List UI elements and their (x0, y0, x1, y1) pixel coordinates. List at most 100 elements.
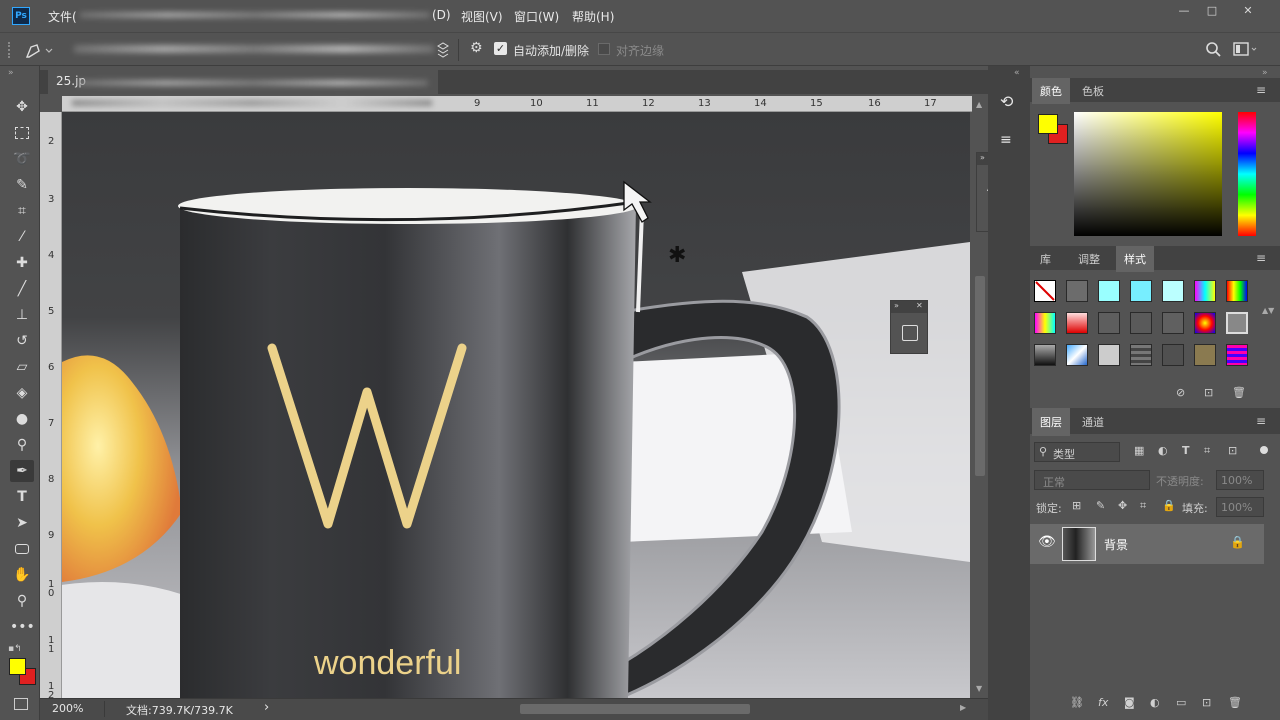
collapse-dock-icon[interactable]: « (1014, 68, 1020, 78)
search-icon[interactable] (1204, 41, 1222, 59)
styles-scroll-icon[interactable]: ▲▼ (1262, 306, 1274, 315)
rectangle-tool-icon[interactable] (10, 538, 34, 560)
style-swatch[interactable] (1098, 312, 1120, 334)
style-swatch[interactable] (1162, 280, 1184, 302)
menu-window[interactable]: 窗口(W) (514, 8, 559, 25)
document-tab[interactable]: 25.jp (48, 70, 438, 94)
zoom-level[interactable]: 200% (52, 702, 83, 715)
delete-style-icon[interactable]: 🗑 (1232, 386, 1246, 399)
tab-layers[interactable]: 图层 (1032, 408, 1070, 436)
properties-panel-icon[interactable] (902, 325, 918, 341)
collapse-panels-icon[interactable]: » (1262, 68, 1268, 78)
pen-tool-preset-icon[interactable] (24, 41, 54, 59)
style-swatch[interactable] (1162, 344, 1184, 366)
style-swatch[interactable] (1066, 344, 1088, 366)
minimize-button[interactable]: — (1172, 4, 1196, 18)
gear-icon[interactable]: ⚙ (470, 40, 483, 56)
filter-type-icon[interactable]: T (1182, 444, 1190, 457)
auto-add-delete-checkbox[interactable]: ✓ (494, 42, 507, 55)
pen-tool-icon[interactable]: ✒ (10, 460, 34, 482)
add-mask-icon[interactable]: ◙ (1124, 696, 1135, 709)
new-group-icon[interactable]: ▭ (1176, 696, 1186, 709)
menu-select[interactable]: (D) (432, 8, 451, 22)
panel-menu-icon[interactable]: ≡ (1256, 414, 1266, 428)
menu-file[interactable]: 文件( (48, 8, 77, 25)
path-select-tool-icon[interactable]: ➤ (10, 512, 34, 534)
document-canvas[interactable]: ✱ wonderful (62, 112, 970, 698)
tab-channels[interactable]: 通道 (1074, 408, 1112, 436)
lock-pixels-icon[interactable]: ✎ (1096, 499, 1105, 512)
blend-mode-dropdown[interactable]: 正常 (1034, 470, 1150, 490)
style-swatch[interactable] (1034, 312, 1056, 334)
lock-transparent-icon[interactable]: ⊞ (1072, 499, 1081, 512)
style-swatch[interactable] (1130, 344, 1152, 366)
clear-style-icon[interactable]: ⊘ (1176, 386, 1185, 399)
color-field[interactable] (1074, 112, 1222, 236)
collapse-arrows-icon[interactable]: » (8, 68, 14, 78)
tab-color[interactable]: 颜色 (1032, 78, 1070, 104)
tab-adjustments[interactable]: 调整 (1070, 246, 1108, 272)
brush-settings-icon[interactable]: ≡ (1000, 132, 1012, 148)
hue-slider[interactable] (1238, 112, 1256, 236)
move-tool-icon[interactable]: ✥ (10, 96, 34, 118)
horizontal-scrollbar-thumb[interactable] (520, 704, 750, 714)
expand-arrows-icon[interactable]: » (894, 301, 899, 310)
menu-help[interactable]: 帮助(H) (572, 8, 614, 25)
style-swatch-none[interactable] (1034, 280, 1056, 302)
lock-all-icon[interactable]: 🔒 (1162, 499, 1176, 512)
style-swatch[interactable] (1034, 344, 1056, 366)
zoom-tool-icon[interactable]: ⚲ (10, 590, 34, 612)
path-arrangement-icon[interactable] (436, 41, 450, 59)
style-swatch[interactable] (1226, 280, 1248, 302)
filter-adjustment-icon[interactable]: ◐ (1158, 444, 1168, 457)
scroll-down-arrow-icon[interactable]: ▼ (976, 684, 982, 693)
close-panel-icon[interactable]: ✕ (916, 301, 923, 310)
fx-icon[interactable]: fx (1098, 696, 1108, 709)
adjustment-layer-icon[interactable]: ◐ (1150, 696, 1160, 709)
layer-filter-dropdown[interactable]: ⚲ 类型 (1034, 442, 1120, 462)
delete-layer-icon[interactable]: 🗑 (1228, 696, 1242, 709)
layer-row[interactable]: 👁 背景 🔒 (1030, 524, 1264, 564)
scroll-right-arrow-icon[interactable]: ▶ (960, 703, 966, 712)
type-tool-icon[interactable]: T (10, 486, 34, 508)
workspace-switcher-icon[interactable] (1233, 42, 1259, 58)
crop-tool-icon[interactable]: ⌗ (10, 200, 34, 222)
filter-pixel-icon[interactable]: ▦ (1134, 444, 1144, 457)
layer-name[interactable]: 背景 (1104, 536, 1128, 553)
restore-button[interactable]: □ (1200, 4, 1224, 18)
style-swatch[interactable] (1226, 344, 1248, 366)
panel-menu-icon[interactable]: ≡ (1256, 251, 1266, 265)
foreground-color-swatch[interactable] (9, 658, 26, 675)
new-style-icon[interactable]: ⊡ (1204, 386, 1213, 399)
history-brush-tool-icon[interactable]: ↺ (10, 330, 34, 352)
more-tools-icon[interactable]: ••• (10, 616, 35, 638)
style-swatch[interactable] (1130, 280, 1152, 302)
filter-shape-icon[interactable]: ⌗ (1204, 444, 1210, 458)
paint-bucket-tool-icon[interactable]: ◈ (10, 382, 34, 404)
tab-swatches[interactable]: 色板 (1074, 78, 1112, 104)
tab-styles[interactable]: 样式 (1116, 246, 1154, 272)
fill-field[interactable]: 100% (1216, 497, 1264, 517)
lock-position-icon[interactable]: ✥ (1118, 499, 1127, 512)
new-layer-icon[interactable]: ⊡ (1202, 696, 1211, 709)
style-swatch[interactable] (1130, 312, 1152, 334)
dodge-tool-icon[interactable]: ⚲ (10, 434, 34, 456)
opacity-field[interactable]: 100% (1216, 470, 1264, 490)
filter-smart-object-icon[interactable]: ⊡ (1228, 444, 1237, 457)
clone-stamp-tool-icon[interactable]: ⊥ (10, 304, 34, 326)
brush-tool-icon[interactable]: ╱ (10, 278, 34, 300)
lasso-tool-icon[interactable]: ➰ (10, 148, 34, 170)
style-swatch[interactable] (1194, 344, 1216, 366)
marquee-tool-icon[interactable] (10, 122, 34, 144)
default-colors-icon[interactable]: ▪↰ (8, 644, 22, 654)
align-edges-checkbox[interactable] (598, 43, 610, 55)
status-menu-arrow[interactable]: › (264, 700, 269, 715)
eyedropper-tool-icon[interactable]: ⁄ (10, 226, 34, 248)
blur-tool-icon[interactable]: ● (10, 408, 34, 430)
lock-artboard-icon[interactable]: ⌗ (1140, 499, 1146, 513)
color-panel-foreground-swatch[interactable] (1038, 114, 1058, 134)
filter-toggle[interactable] (1260, 446, 1268, 454)
scroll-up-arrow-icon[interactable]: ▲ (976, 100, 982, 109)
style-swatch[interactable] (1162, 312, 1184, 334)
style-swatch[interactable] (1098, 344, 1120, 366)
